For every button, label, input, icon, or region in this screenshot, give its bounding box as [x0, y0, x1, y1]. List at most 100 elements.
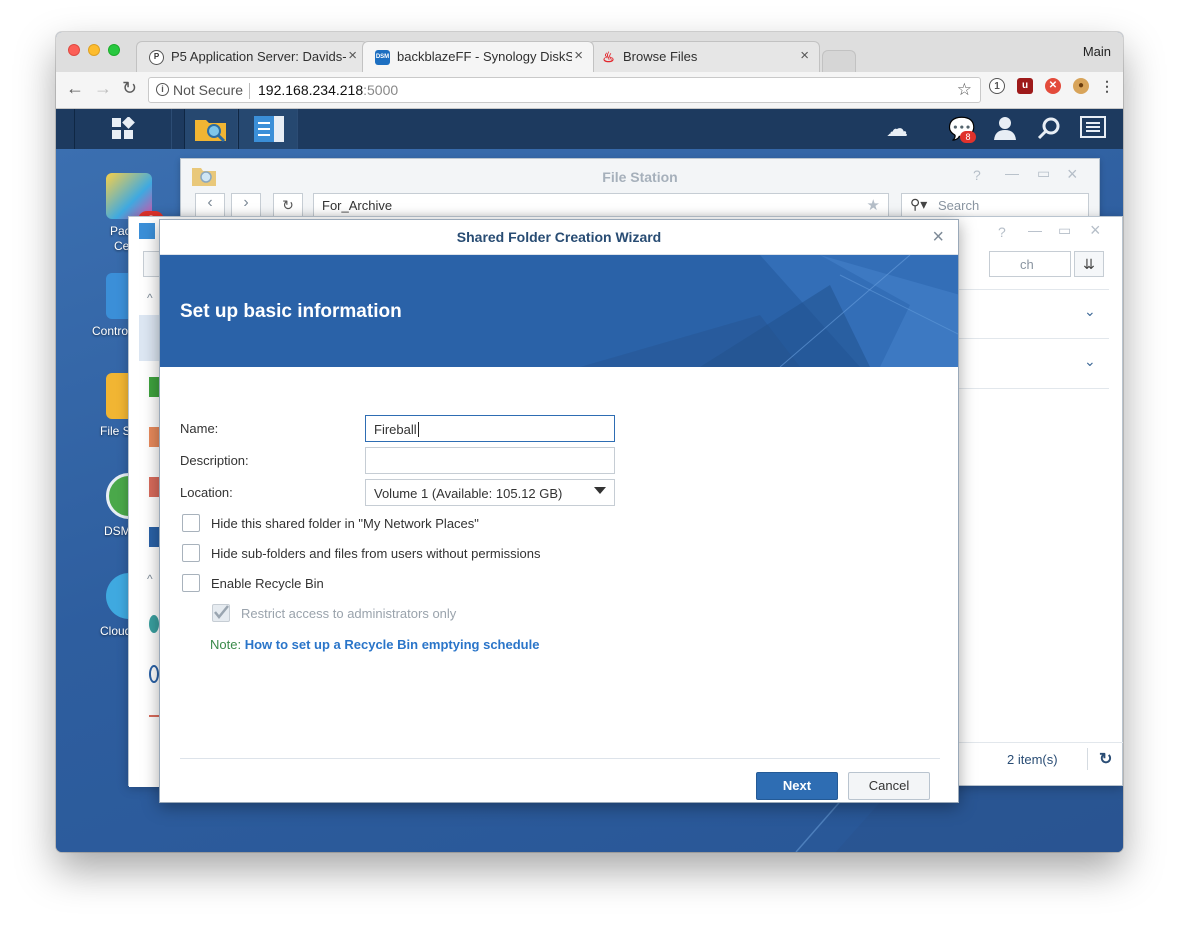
tab-dsm[interactable]: DSM backblazeFF - Synology DiskSt × [362, 41, 594, 72]
next-button[interactable]: Next [756, 772, 838, 800]
chevron-up-icon[interactable]: ^ [147, 572, 153, 586]
nav-item-icon[interactable] [149, 715, 159, 731]
checkbox-label: Hide sub-folders and files from users wi… [211, 546, 541, 561]
wizard-banner: Set up basic information [160, 255, 958, 367]
left-nav: ^ ^ [129, 287, 159, 787]
url-text: 192.168.234.218:5000 [258, 82, 398, 98]
1password-icon[interactable]: 1 [989, 78, 1005, 94]
nav-item-icon[interactable] [149, 377, 159, 397]
magnifier [1037, 117, 1060, 140]
search-placeholder: Search [938, 198, 980, 213]
selected-nav-item[interactable] [139, 315, 159, 361]
nav-item-icon[interactable] [149, 527, 159, 547]
cancel-button[interactable]: Cancel [848, 772, 930, 800]
name-label: Name: [180, 421, 219, 436]
chevron-down-icon[interactable]: ⌄ [1084, 303, 1096, 320]
chevron-down-icon[interactable]: ⌄ [1084, 353, 1096, 370]
file-station-taskbar-button[interactable] [184, 109, 238, 149]
forward-button[interactable]: › [231, 193, 261, 217]
location-value: Volume 1 (Available: 105.12 GB) [374, 486, 563, 501]
minimize-window-button[interactable] [88, 44, 100, 56]
security-label: Not Secure [173, 82, 244, 98]
file-station-window[interactable]: File Station ? — ▭ × ‹ › ↻ For_Archive ★… [180, 158, 1100, 218]
favorite-star-icon[interactable]: ★ [867, 196, 880, 214]
close-icon[interactable]: × [348, 47, 357, 64]
checkmark-icon [214, 605, 229, 619]
location-select[interactable]: Volume 1 (Available: 105.12 GB) [365, 479, 615, 506]
close-icon[interactable]: × [800, 47, 809, 64]
checkbox-label: Restrict access to administrators only [241, 606, 457, 621]
control-panel-taskbar-button[interactable] [238, 109, 298, 149]
refresh-button[interactable]: ↻ [273, 193, 303, 217]
reload-icon[interactable]: ↻ [122, 78, 137, 99]
search-field[interactable]: ⚲▾ Search [901, 193, 1089, 217]
close-icon[interactable]: × [574, 47, 583, 64]
recycle-bin-schedule-link[interactable]: How to set up a Recycle Bin emptying sch… [245, 637, 540, 652]
hide-network-places-checkbox[interactable] [182, 514, 200, 532]
search-field[interactable]: ch [989, 251, 1071, 277]
maximize-window-button[interactable] [108, 44, 120, 56]
bookmark-star-icon[interactable]: ☆ [957, 80, 972, 100]
refresh-icon[interactable]: ↻ [1099, 749, 1112, 769]
tab-p5[interactable]: P P5 Application Server: Davids- × [136, 41, 368, 72]
tab-browse-files[interactable]: ♨ Browse Files × [588, 41, 820, 72]
ublock-icon[interactable]: u [1017, 78, 1033, 94]
forward-icon[interactable]: → [94, 78, 112, 99]
chevron-up-icon[interactable]: ^ [147, 291, 153, 305]
browser-window: P P5 Application Server: Davids- × DSM b… [56, 32, 1123, 852]
adblock-icon[interactable]: ✕ [1045, 78, 1061, 94]
enable-recycle-bin-checkbox[interactable] [182, 574, 200, 592]
name-value: Fireball [374, 422, 417, 437]
desktop-label: Contro [92, 324, 129, 338]
cloud-sync-icon[interactable]: ☁ [884, 116, 910, 142]
desktop-label: DSM [104, 524, 131, 538]
close-icon[interactable]: × [932, 226, 944, 249]
name-field[interactable]: Fireball [365, 415, 615, 442]
control-panel-icon [139, 223, 155, 239]
nav-item-icon[interactable] [149, 477, 159, 497]
restrict-admin-checkbox[interactable] [212, 604, 230, 622]
url-host: 192.168.234.218 [258, 82, 364, 98]
cookie-icon[interactable]: ● [1073, 78, 1089, 94]
back-button[interactable]: ‹ [195, 193, 225, 217]
new-tab-button[interactable] [822, 50, 856, 72]
folder-search-icon [195, 120, 226, 143]
help-icon[interactable]: ? [973, 167, 981, 183]
maximize-icon[interactable]: ▭ [1058, 222, 1071, 239]
close-window-button[interactable] [68, 44, 80, 56]
widgets-icon[interactable] [1080, 116, 1106, 142]
control-panel-icon [254, 116, 284, 142]
user-icon[interactable] [992, 116, 1018, 142]
divider [959, 289, 1109, 290]
dsm-taskbar: ☁ 💬 8 [56, 109, 1123, 149]
sort-icon[interactable]: ⇊ [1074, 251, 1104, 277]
description-field[interactable] [365, 447, 615, 474]
close-icon[interactable]: × [1067, 164, 1078, 185]
maximize-icon[interactable]: ▭ [1037, 165, 1050, 182]
close-icon[interactable]: × [1090, 220, 1101, 241]
user-silhouette [994, 117, 1016, 140]
profile-name[interactable]: Main [1083, 44, 1111, 59]
desktop-label: Cloud [100, 624, 132, 638]
main-menu-button[interactable] [74, 109, 172, 149]
tab-label: Browse Files [623, 49, 698, 64]
main-menu-icon [112, 117, 135, 139]
help-icon[interactable]: ? [998, 224, 1006, 240]
recycle-bin-note: Note: How to set up a Recycle Bin emptyi… [210, 637, 539, 652]
nav-item-icon[interactable] [149, 427, 159, 447]
url-field[interactable]: i Not Secure 192.168.234.218:5000 ☆ [148, 77, 981, 103]
back-icon[interactable]: ← [66, 78, 84, 99]
notification-badge: 8 [960, 131, 976, 143]
minimize-icon[interactable]: — [1028, 222, 1042, 238]
address-bar: ← → ↻ i Not Secure 192.168.234.218:5000 … [56, 72, 1123, 109]
minimize-icon[interactable]: — [1005, 165, 1019, 181]
search-icon[interactable] [1036, 116, 1062, 142]
footer-divider [180, 758, 940, 759]
hide-subfolders-checkbox[interactable] [182, 544, 200, 562]
checkbox-label: Enable Recycle Bin [211, 576, 324, 591]
menu-dots-icon[interactable]: ⋮ [1099, 78, 1115, 94]
path-field[interactable]: For_Archive ★ [313, 193, 889, 217]
nav-item-icon[interactable] [149, 665, 159, 683]
nav-item-icon[interactable] [149, 615, 159, 633]
info-icon[interactable]: i [156, 83, 169, 96]
